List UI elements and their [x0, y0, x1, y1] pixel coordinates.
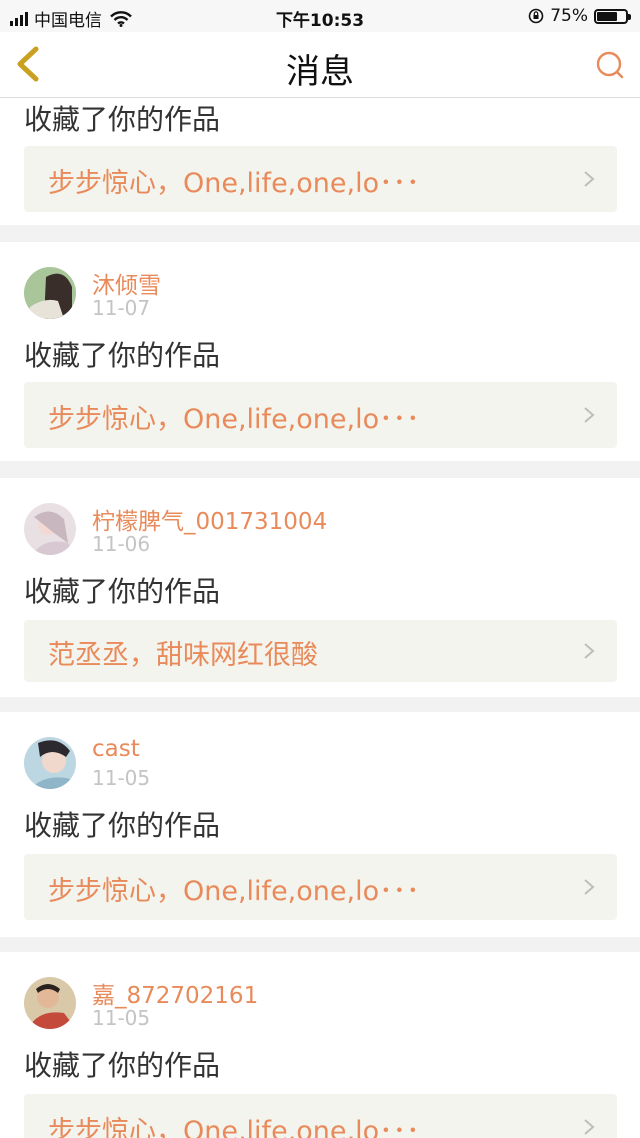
- work-link[interactable]: 范丞丞，甜味网红很酸: [24, 620, 617, 682]
- notification-card: 收藏了你的作品 步步惊心，One,life,one,lo･･･: [0, 98, 640, 225]
- work-link[interactable]: 步步惊心，One,life,one,lo･･･: [24, 854, 617, 920]
- notification-action: 收藏了你的作品: [24, 103, 221, 136]
- username[interactable]: 柠檬脾气_001731004: [92, 502, 327, 536]
- notification-card: cast 11-05 收藏了你的作品 步步惊心，One,life,one,lo･…: [0, 712, 640, 937]
- notification-action: 收藏了你的作品: [24, 1049, 221, 1082]
- battery-percent: 75%: [550, 6, 588, 26]
- timestamp: 11-06: [92, 532, 151, 556]
- notification-action: 收藏了你的作品: [24, 339, 221, 372]
- notification-card: 嘉_872702161 11-05 收藏了你的作品 步步惊心，One,life,…: [0, 952, 640, 1138]
- battery-icon: [594, 8, 631, 24]
- work-title: 步步惊心，One,life,one,lo･･･: [48, 1116, 420, 1138]
- message-feed[interactable]: 收藏了你的作品 步步惊心，One,life,one,lo･･･ 沐倾雪 11-0…: [0, 98, 640, 1138]
- username[interactable]: 沐倾雪: [92, 266, 161, 300]
- chevron-right-icon: [584, 1119, 595, 1135]
- timestamp: 11-05: [92, 766, 151, 790]
- chevron-right-icon: [584, 171, 595, 187]
- work-title: 范丞丞，甜味网红很酸: [48, 640, 318, 671]
- status-right: 75%: [528, 6, 631, 26]
- username[interactable]: 嘉_872702161: [92, 976, 258, 1010]
- work-title: 步步惊心，One,life,one,lo･･･: [48, 404, 420, 435]
- username[interactable]: cast: [92, 736, 140, 762]
- notification-action: 收藏了你的作品: [24, 809, 221, 842]
- avatar[interactable]: [24, 267, 76, 319]
- notification-card: 柠檬脾气_001731004 11-06 收藏了你的作品 范丞丞，甜味网红很酸: [0, 478, 640, 697]
- work-link[interactable]: 步步惊心，One,life,one,lo･･･: [24, 1094, 617, 1138]
- work-title: 步步惊心，One,life,one,lo･･･: [48, 876, 420, 907]
- page-title: 消息: [286, 52, 354, 92]
- chevron-right-icon: [584, 879, 595, 895]
- notification-action: 收藏了你的作品: [24, 575, 221, 608]
- orientation-lock-icon: [528, 8, 544, 24]
- chevron-right-icon: [584, 407, 595, 423]
- status-bar: 中国电信 下午10:53 75%: [0, 0, 640, 32]
- timestamp: 11-05: [92, 1006, 151, 1030]
- nav-bar: 消息: [0, 32, 640, 98]
- avatar[interactable]: [24, 977, 76, 1029]
- avatar[interactable]: [24, 503, 76, 555]
- chevron-right-icon: [584, 643, 595, 659]
- work-link[interactable]: 步步惊心，One,life,one,lo･･･: [24, 146, 617, 212]
- work-link[interactable]: 步步惊心，One,life,one,lo･･･: [24, 382, 617, 448]
- work-title: 步步惊心，One,life,one,lo･･･: [48, 168, 420, 199]
- battery-fill: [597, 11, 617, 21]
- notification-card: 沐倾雪 11-07 收藏了你的作品 步步惊心，One,life,one,lo･･…: [0, 242, 640, 461]
- avatar[interactable]: [24, 737, 76, 789]
- search-icon[interactable]: [594, 49, 626, 81]
- timestamp: 11-07: [92, 296, 151, 320]
